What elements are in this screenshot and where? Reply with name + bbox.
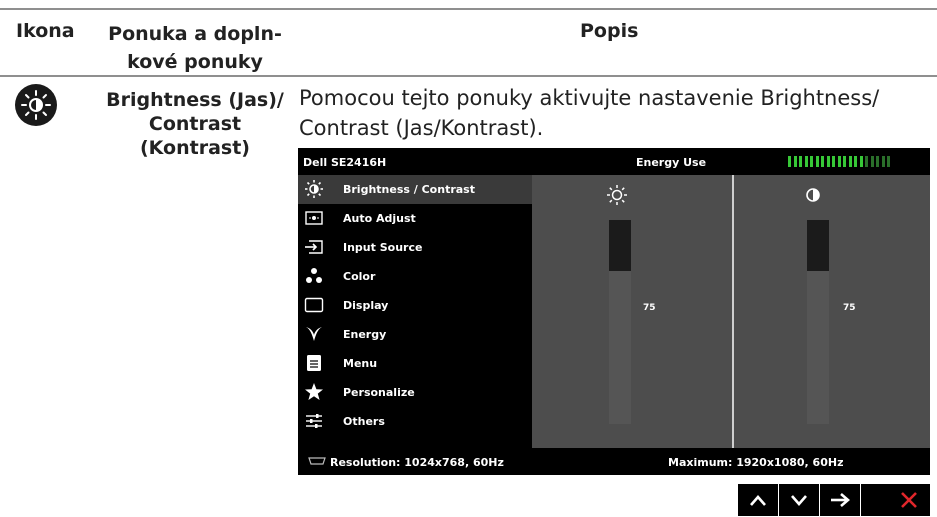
- brightness-pane-icon: [606, 184, 628, 206]
- energy-segment: [832, 156, 835, 167]
- header-icon-column: Ikona: [16, 20, 75, 42]
- energy-segment: [788, 156, 791, 167]
- row-menu-line1: Brightness (Jas)/: [106, 89, 284, 111]
- row-description-line2: Contrast (Jas/Kontrast).: [299, 116, 544, 140]
- osd-status-bar: Resolution: 1024x768, 60Hz Maximum: 1920…: [298, 448, 930, 475]
- osd-maximum: Maximum: 1920x1080, 60Hz: [668, 456, 844, 469]
- osd-menu-label: Input Source: [343, 241, 423, 254]
- energy-segment: [799, 156, 802, 167]
- input-source-icon: [304, 237, 324, 257]
- down-arrow-icon: [791, 495, 807, 506]
- osd-menu-label: Menu: [343, 357, 378, 370]
- others-icon: [304, 411, 324, 431]
- energy-segment: [826, 156, 830, 167]
- star-icon: [304, 382, 324, 402]
- energy-segment: [881, 156, 885, 167]
- osd-screenshot: Dell SE2416H Energy Use Brightness / Con…: [298, 148, 930, 475]
- osd-menu-item-input-source[interactable]: Input Source: [298, 233, 532, 262]
- osd-menu-item-auto-adjust[interactable]: Auto Adjust: [298, 204, 532, 233]
- energy-segment: [837, 156, 841, 167]
- energy-segment: [870, 156, 874, 167]
- energy-segment: [876, 156, 879, 167]
- osd-resolution: Resolution: 1024x768, 60Hz: [330, 456, 504, 469]
- osd-menu-item-others[interactable]: Others: [298, 407, 532, 436]
- contrast-pane-icon: [805, 187, 821, 203]
- row-description: Pomocou tejto ponuky aktivujte nastaveni…: [299, 83, 934, 143]
- osd-menu-item-color[interactable]: Color: [298, 262, 532, 291]
- right-arrow-icon: [831, 493, 850, 507]
- osd-energy-label: Energy Use: [636, 156, 707, 169]
- brightness-contrast-icon: [14, 83, 58, 127]
- osd-model-name: Dell SE2416H: [303, 156, 387, 169]
- header-bottom-rule: [0, 75, 937, 77]
- energy-segment: [793, 156, 797, 167]
- contrast-value: 75: [843, 303, 856, 313]
- table-top-rule: [0, 8, 937, 10]
- brightness-icon: [304, 179, 324, 199]
- contrast-slider[interactable]: [807, 220, 829, 424]
- header-menu-line2: kové ponuky: [127, 51, 263, 73]
- energy-use-meter: [788, 156, 898, 167]
- enter-button[interactable]: [820, 484, 860, 516]
- osd-menu-label: Others: [343, 415, 385, 428]
- energy-segment: [848, 156, 852, 167]
- energy-segment: [854, 156, 857, 167]
- header-description-column: Popis: [580, 20, 639, 42]
- color-icon: [304, 266, 324, 286]
- energy-icon: [304, 324, 324, 344]
- osd-menu-label: Color: [343, 270, 376, 283]
- energy-segment: [843, 156, 846, 167]
- osd-title-bar: Dell SE2416H Energy Use: [298, 148, 930, 175]
- osd-menu-item-personalize[interactable]: Personalize: [298, 378, 532, 407]
- osd-menu-item-energy[interactable]: Energy: [298, 320, 532, 349]
- auto-adjust-icon: [304, 208, 324, 228]
- header-menu-line1: Ponuka a dopln-: [108, 23, 282, 45]
- osd-menu-item-menu[interactable]: Menu: [298, 349, 532, 378]
- brightness-slider[interactable]: [609, 220, 631, 424]
- contrast-slider-empty: [807, 220, 829, 271]
- energy-segment: [887, 156, 890, 167]
- osd-menu-item-brightness-contrast[interactable]: Brightness / Contrast: [298, 175, 532, 204]
- down-button[interactable]: [779, 484, 819, 516]
- energy-segment: [865, 156, 868, 167]
- energy-segment: [810, 156, 813, 167]
- energy-segment: [815, 156, 819, 167]
- row-menu-line3: (Kontrast): [139, 137, 250, 159]
- brightness-slider-empty: [609, 220, 631, 271]
- osd-menu-label: Personalize: [343, 386, 415, 399]
- up-button[interactable]: [738, 484, 778, 516]
- row-menu-name: Brightness (Jas)/ Contrast (Kontrast): [90, 88, 300, 160]
- display-icon: [304, 295, 324, 315]
- energy-segment: [821, 156, 824, 167]
- hdmi-connector-icon: [308, 456, 326, 466]
- up-arrow-icon: [750, 495, 766, 506]
- pane-divider: [732, 175, 734, 448]
- close-icon: [901, 492, 917, 508]
- osd-menu-item-display[interactable]: Display: [298, 291, 532, 320]
- energy-segment: [859, 156, 863, 167]
- brightness-value: 75: [643, 303, 656, 313]
- row-menu-line2: Contrast: [148, 113, 242, 135]
- osd-menu-label: Auto Adjust: [343, 212, 416, 225]
- header-menu-column: Ponuka a dopln- kové ponuky: [95, 20, 295, 76]
- row-description-line1: Pomocou tejto ponuky aktivujte nastaveni…: [299, 86, 880, 110]
- osd-menu-label: Energy: [343, 328, 387, 341]
- osd-menu-label: Brightness / Contrast: [343, 183, 475, 196]
- exit-button[interactable]: [861, 484, 930, 516]
- energy-segment: [804, 156, 808, 167]
- osd-menu-list: Brightness / Contrast Auto Adjust Input …: [298, 175, 532, 448]
- menu-icon: [304, 353, 324, 373]
- osd-menu-label: Display: [343, 299, 389, 312]
